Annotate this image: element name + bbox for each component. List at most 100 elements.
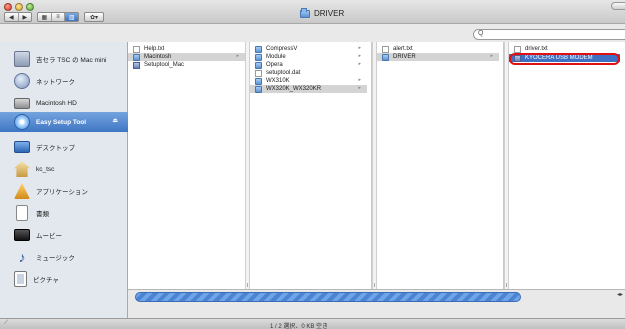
sidebar-item-home[interactable]: kc_tsc [0,160,128,178]
sidebar-item-label: 書類 [36,211,49,218]
sidebar-item-label: ネットワーク [36,79,75,86]
action-menu-button[interactable]: ✿▾ [84,12,104,22]
folder-icon [382,53,389,61]
application-icon [133,61,140,69]
file-name: alert.txt [393,46,413,52]
status-bar: ⟋ 1 / 2 選択、0 KB 空き [0,318,625,329]
file-name: Module [266,54,286,60]
sidebar-item-desktop[interactable]: デスクトップ [0,138,128,156]
file-name: DRIVER [393,54,416,60]
text-document-icon [382,45,389,53]
sidebar-item-macintosh-hd[interactable]: Macintosh HD [0,94,128,112]
list-item-module[interactable]: Module ▸ [250,53,367,61]
disclosure-arrow-icon: ▸ [358,85,361,91]
folder-icon [255,77,262,85]
list-item-wx320k-wx320kr[interactable]: WX320K_WX320KR ▸ [250,85,367,93]
disclosure-arrow-icon: ▸ [358,53,361,59]
highlight-annotation [509,53,620,65]
list-item-opera[interactable]: Opera ▸ [250,61,367,69]
icon-view-icon[interactable]: ▦ [38,13,52,21]
sidebar: 吉セラ TSC の Mac mini ネットワーク Macintosh HD E… [0,42,128,318]
folder-icon [133,53,140,61]
folder-icon [255,53,262,61]
sidebar-item-label: ピクチャ [33,277,59,284]
file-name: WX320K_WX320KR [266,86,322,92]
text-document-icon [514,45,521,53]
hard-disk-icon [14,97,30,109]
list-item-driver[interactable]: DRIVER ▸ [377,53,499,61]
sidebar-item-music[interactable]: ♪ ミュージック [0,248,128,266]
status-text: 1 / 2 選択、0 KB 空き [270,324,329,329]
document-icon [255,69,262,77]
resize-handle-icon[interactable]: ⟋ [4,320,8,327]
window-title: DRIVER [300,7,345,18]
window-controls [4,3,34,11]
sidebar-item-easy-setup-tool[interactable]: Easy Setup Tool ⏏ [0,112,128,132]
sidebar-item-documents[interactable]: 書類 [0,204,128,222]
sidebar-item-label: Macintosh HD [36,99,77,107]
sidebar-item-network[interactable]: ネットワーク [0,72,128,90]
minimize-button[interactable] [15,3,23,11]
folder-icon [255,61,262,69]
list-item-wx310k[interactable]: WX310K ▸ [250,77,367,85]
music-note-icon: ♪ [18,249,26,265]
back-forward-buttons: ◀ ▶ [4,12,32,22]
folder-icon [255,85,262,93]
sidebar-item-label: ミュージック [36,255,75,262]
view-mode-buttons: ▦ ≡ ▥ [37,12,79,22]
window-title-text: DRIVER [314,9,345,18]
text-document-icon [133,45,140,53]
list-item-setuptool-mac[interactable]: Setuptool_Mac [128,61,245,69]
close-button[interactable] [4,3,12,11]
folder-icon [255,45,262,53]
column-view-icon[interactable]: ▥ [65,13,79,21]
eject-icon[interactable]: ⏏ [112,117,118,124]
list-item-macintosh[interactable]: Macintosh ▸ [128,53,245,61]
list-item-alert-txt[interactable]: alert.txt [377,45,499,53]
list-view-icon[interactable]: ≡ [52,13,66,21]
file-name: Help.txt [144,46,165,52]
gear-icon: ✿▾ [89,14,99,21]
back-arrow-icon[interactable]: ◀ [5,13,19,21]
sidebar-item-applications[interactable]: アプリケーション [0,182,128,200]
disclosure-arrow-icon: ▸ [236,53,239,59]
home-icon [14,161,30,177]
sidebar-item-movies[interactable]: ムービー [0,226,128,244]
list-item-driver-txt[interactable]: driver.txt [509,45,620,53]
list-item-help-txt[interactable]: Help.txt [128,45,245,53]
forward-arrow-icon[interactable]: ▶ [19,13,32,21]
disclosure-arrow-icon: ▸ [358,77,361,83]
disclosure-arrow-icon: ▸ [358,45,361,51]
applications-icon [14,183,30,199]
sidebar-item-label: 吉セラ TSC の Mac mini [36,57,107,64]
file-name: setuptool.dat [266,70,301,76]
sidebar-item-label: デスクトップ [36,145,75,152]
file-name: CompressV [266,46,298,52]
search-field[interactable]: Q [473,29,625,40]
sidebar-item-pictures[interactable]: ピクチャ [0,270,128,288]
cd-disk-icon [14,114,30,130]
column-3: alert.txt DRIVER ▸ [377,42,504,289]
network-globe-icon [14,73,30,89]
sidebar-item-computer[interactable]: 吉セラ TSC の Mac mini [0,50,128,68]
file-name: driver.txt [525,46,548,52]
search-icon: Q [478,30,484,37]
finder-window: DRIVER ◀ ▶ ▦ ≡ ▥ ✿▾ Q 吉セラ TSC の Mac mini… [0,0,625,329]
list-item-compressv[interactable]: CompressV ▸ [250,45,367,53]
file-name: WX310K [266,78,290,84]
column-1: Help.txt Macintosh ▸ Setuptool_Mac [128,42,250,289]
computer-icon [14,51,30,67]
scroll-arrows-icon[interactable]: ◂▸ [617,291,623,298]
zoom-button[interactable] [26,3,34,11]
sidebar-item-label: kc_tsc [36,165,55,173]
horizontal-scrollbar[interactable]: ◂▸ [128,289,625,303]
movies-icon [14,229,30,241]
column-4: driver.txt KYOCERA USB MODEM [509,42,625,289]
desktop-icon [14,141,30,153]
folder-icon [300,7,310,18]
sidebar-item-label: アプリケーション [36,189,88,196]
list-item-setuptool-dat[interactable]: setuptool.dat [250,69,367,77]
toolbar-toggle-button[interactable] [611,2,625,10]
disclosure-arrow-icon: ▸ [490,53,493,59]
scrollbar-thumb[interactable] [135,292,521,302]
